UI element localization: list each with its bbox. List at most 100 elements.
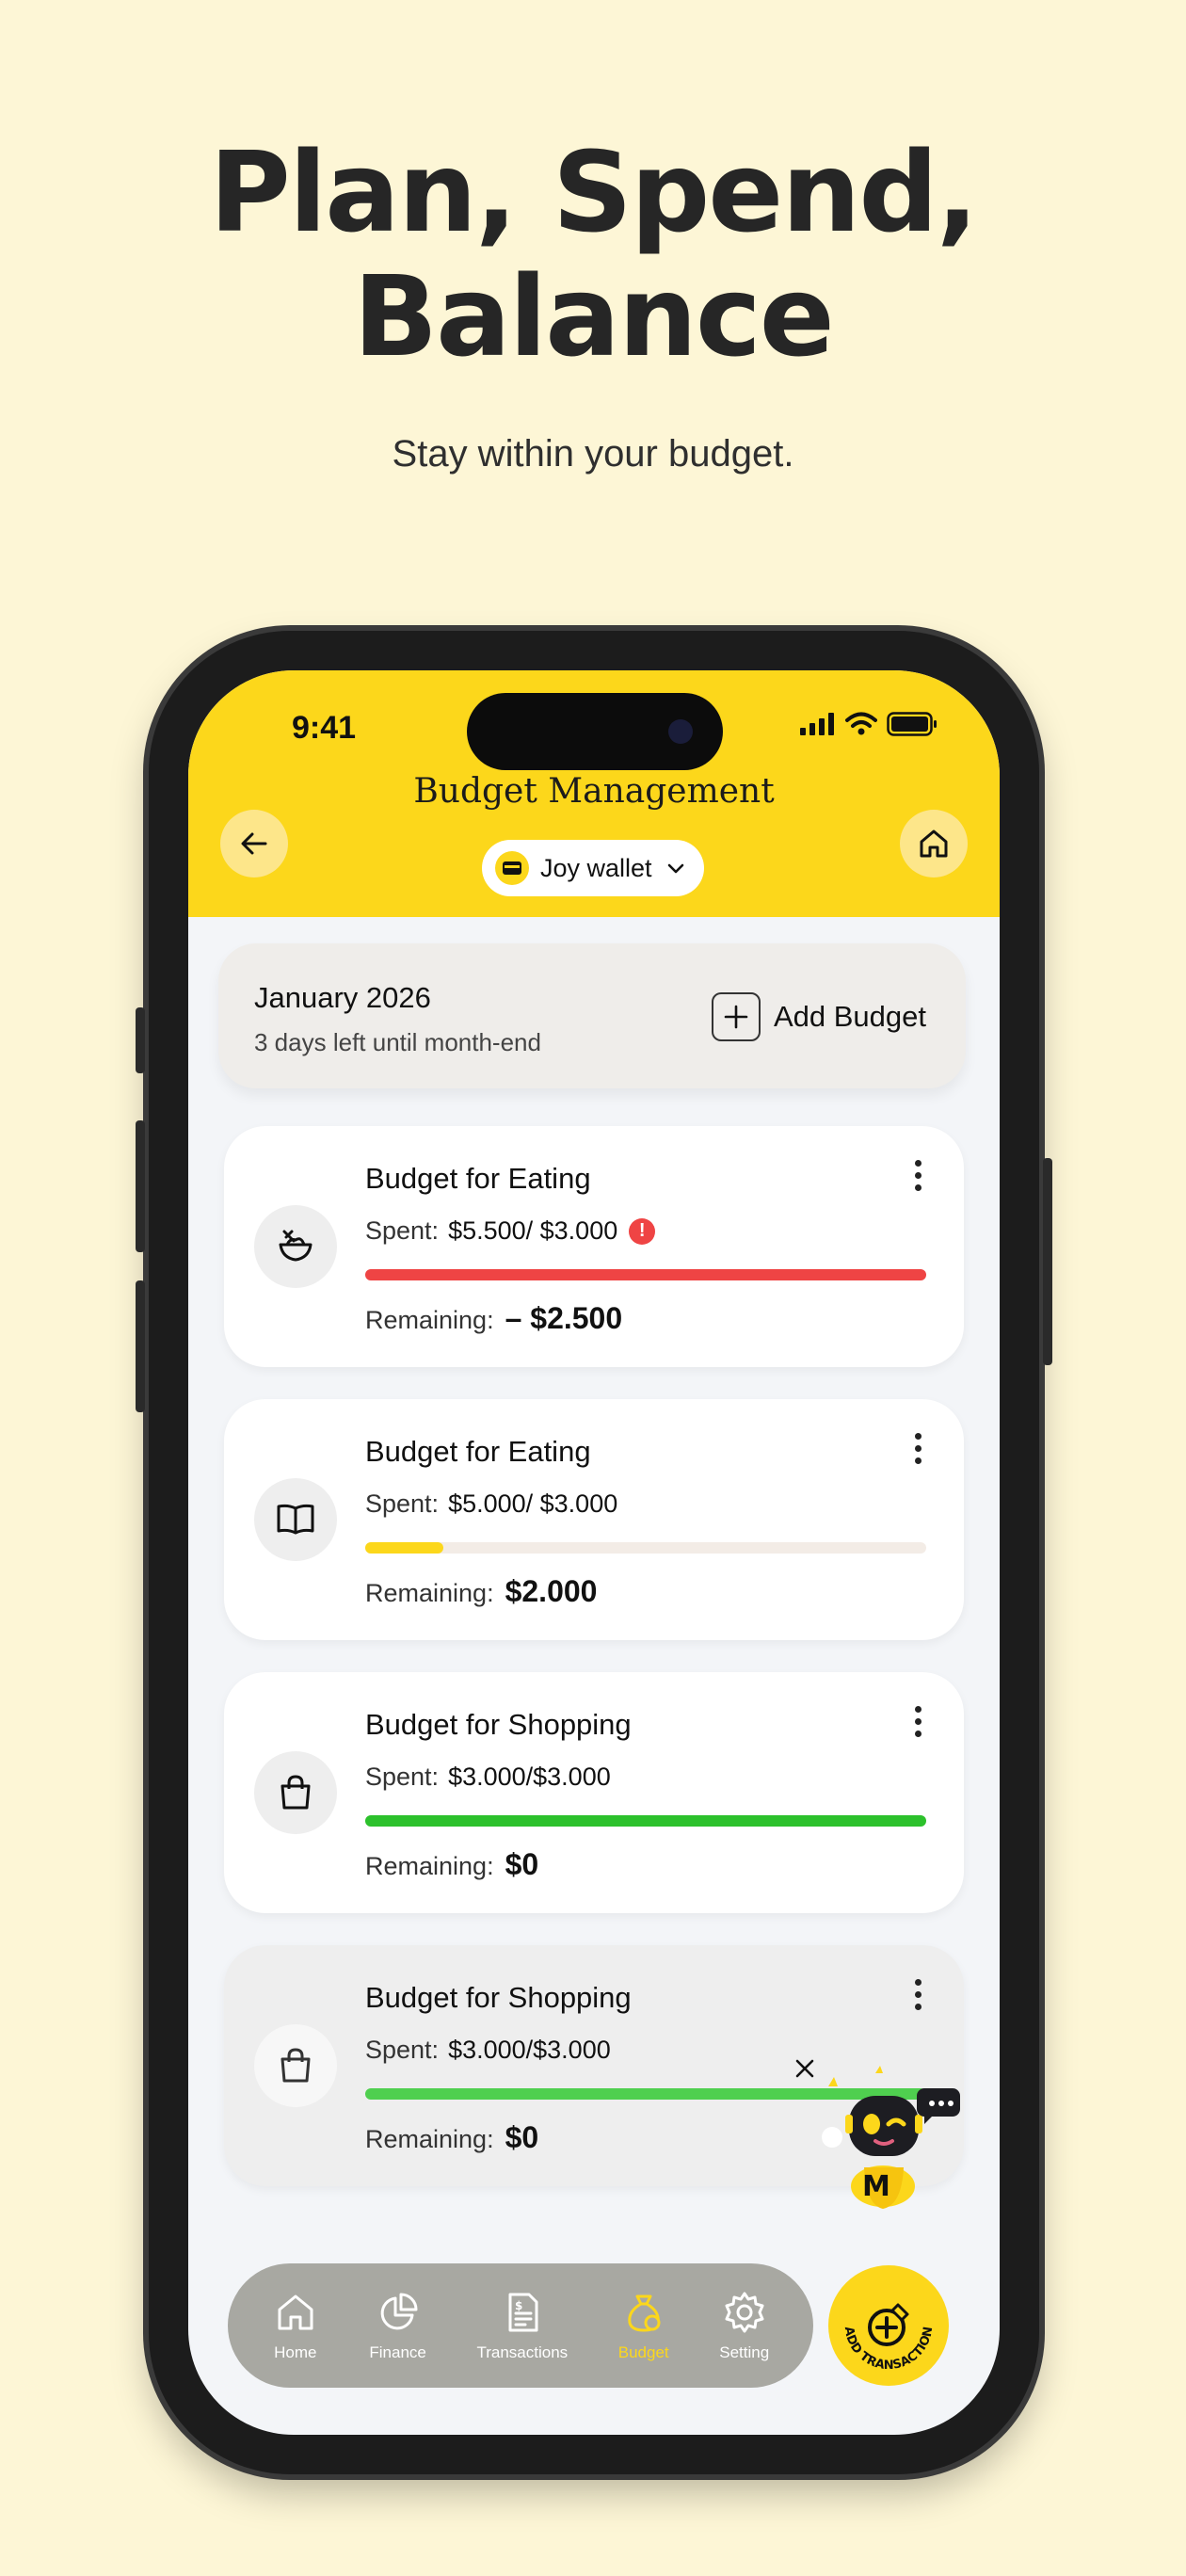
- more-options-icon[interactable]: [915, 1433, 922, 1470]
- wallet-icon: [495, 851, 529, 885]
- remaining-label: Remaining:: [365, 1852, 494, 1880]
- status-icons: [800, 712, 938, 736]
- remaining-label: Remaining:: [365, 2125, 494, 2153]
- camera-icon: [668, 719, 693, 744]
- remaining-value: $2.000: [505, 1574, 598, 1608]
- page-title: Budget Management: [413, 772, 775, 811]
- budget-card[interactable]: Budget for Eating Spent: $5.500/ $3.000 …: [224, 1126, 964, 1367]
- money-bag-icon: [627, 2294, 661, 2332]
- add-transaction-label: ADD TRANSACTION: [841, 2326, 936, 2373]
- budget-progress: [365, 1815, 926, 1827]
- nav-item-transactions[interactable]: $ Transactions: [476, 2289, 568, 2362]
- budget-spent: Spent: $5.500/ $3.000 !: [365, 1216, 656, 1246]
- budget-spent: Spent: $5.000/ $3.000: [365, 1489, 617, 1519]
- robot-mascot-icon: M: [822, 2066, 960, 2209]
- spent-label: Spent:: [365, 2036, 440, 2064]
- budget-spent: Spent: $3.000/$3.000: [365, 1763, 611, 1792]
- signal-icon: [800, 713, 834, 735]
- add-transaction-button[interactable]: ADD TRANSACTION: [828, 2265, 949, 2386]
- nav-item-home[interactable]: Home: [272, 2289, 319, 2362]
- receipt-icon: $: [508, 2293, 538, 2332]
- budget-remaining: Remaining: $0: [365, 2120, 538, 2155]
- budget-name: Budget for Eating: [365, 1435, 591, 1468]
- arrow-left-icon: [241, 832, 267, 855]
- volume-up-button: [136, 1120, 145, 1252]
- spent-label: Spent:: [365, 1216, 440, 1245]
- budget-name: Budget for Eating: [365, 1162, 591, 1195]
- progress-fill: [365, 1269, 926, 1280]
- battery-icon: [887, 712, 937, 736]
- budget-name: Budget for Shopping: [365, 1708, 632, 1741]
- subline: Stay within your budget.: [392, 433, 794, 475]
- month-subtitle: 3 days left until month-end: [254, 1028, 541, 1056]
- remaining-label: Remaining:: [365, 1306, 494, 1334]
- budget-remaining: Remaining: $2.000: [365, 1574, 597, 1609]
- power-button: [1043, 1158, 1052, 1365]
- nav-label: Finance: [369, 2343, 426, 2361]
- svg-text:M: M: [862, 2170, 890, 2203]
- nav-label: Setting: [719, 2343, 770, 2361]
- alert-icon: !: [629, 1217, 656, 1245]
- headline-line-1: Plan, Spend,: [209, 127, 978, 257]
- spent-value: $5.500/ $3.000: [448, 1216, 618, 1245]
- volume-down-button: [136, 1280, 145, 1412]
- home-icon: [920, 829, 948, 858]
- progress-fill: [365, 1542, 444, 1554]
- month-summary: January 2026 3 days left until month-end…: [218, 943, 966, 1088]
- month-title: January 2026: [254, 981, 431, 1014]
- headline: Plan, Spend, Balance: [0, 130, 1186, 378]
- add-budget-button[interactable]: Add Budget: [711, 992, 926, 1041]
- back-button[interactable]: [220, 810, 288, 877]
- svg-text:$: $: [515, 2299, 522, 2312]
- add-budget-label: Add Budget: [773, 1000, 926, 1033]
- spent-value: $3.000/$3.000: [448, 2036, 611, 2064]
- app-screen: 9:41 Budget Management Joy wallet Januar…: [188, 670, 1000, 2435]
- more-options-icon[interactable]: [915, 1979, 922, 2016]
- wallet-name: Joy wallet: [540, 853, 652, 882]
- shopping-bag-icon: [254, 2024, 337, 2107]
- nav-label: Budget: [617, 2343, 669, 2361]
- salad-bowl-icon: [254, 1205, 337, 1288]
- status-time: 9:41: [292, 710, 357, 746]
- budget-card[interactable]: Budget for Eating Spent: $5.000/ $3.000 …: [224, 1399, 964, 1640]
- header-bar: 9:41 Budget Management Joy wallet: [188, 670, 1000, 917]
- budget-progress: [365, 1542, 926, 1554]
- pie-chart-icon: [380, 2293, 418, 2330]
- gear-icon: [725, 2292, 764, 2333]
- nav-item-budget[interactable]: Budget: [618, 2289, 669, 2362]
- bottom-nav: Home Finance $ Transactions Budget Setti…: [228, 2263, 813, 2388]
- spent-label: Spent:: [365, 1489, 440, 1518]
- budget-card[interactable]: Budget for Shopping Spent: $3.000/$3.000…: [224, 1672, 964, 1913]
- remaining-value: – $2.500: [505, 1301, 623, 1335]
- more-options-icon[interactable]: [915, 1706, 922, 1743]
- spent-label: Spent:: [365, 1763, 440, 1791]
- progress-fill: [365, 1815, 926, 1827]
- home-button[interactable]: [900, 810, 968, 877]
- nav-item-setting[interactable]: Setting: [719, 2289, 769, 2362]
- mute-switch: [136, 1007, 145, 1073]
- remaining-value: $0: [505, 2120, 539, 2154]
- budget-name: Budget for Shopping: [365, 1981, 632, 2014]
- home-icon: [278, 2294, 313, 2330]
- remaining-label: Remaining:: [365, 1579, 494, 1607]
- nav-item-finance[interactable]: Finance: [369, 2289, 426, 2362]
- remaining-value: $0: [505, 1847, 539, 1881]
- chevron-down-icon: [667, 863, 683, 874]
- nav-label: Home: [274, 2343, 317, 2361]
- book-icon: [254, 1478, 337, 1561]
- plus-icon: [711, 992, 761, 1041]
- headline-line-2: Balance: [353, 251, 835, 381]
- assistant-mascot[interactable]: M: [791, 2054, 960, 2214]
- shopping-bag-icon: [254, 1751, 337, 1834]
- spent-value: $3.000/$3.000: [448, 1763, 611, 1791]
- svg-text:ADD TRANSACTION: ADD TRANSACTION: [841, 2326, 936, 2373]
- dynamic-island: [467, 693, 723, 770]
- wallet-selector[interactable]: Joy wallet: [482, 840, 704, 896]
- nav-label: Transactions: [476, 2343, 569, 2361]
- more-options-icon[interactable]: [915, 1160, 922, 1197]
- phone-frame: 9:41 Budget Management Joy wallet Januar…: [136, 631, 1052, 2474]
- wifi-icon: [845, 712, 877, 735]
- spent-value: $5.000/ $3.000: [448, 1489, 618, 1518]
- budget-progress: [365, 1269, 926, 1280]
- budget-remaining: Remaining: – $2.500: [365, 1301, 622, 1336]
